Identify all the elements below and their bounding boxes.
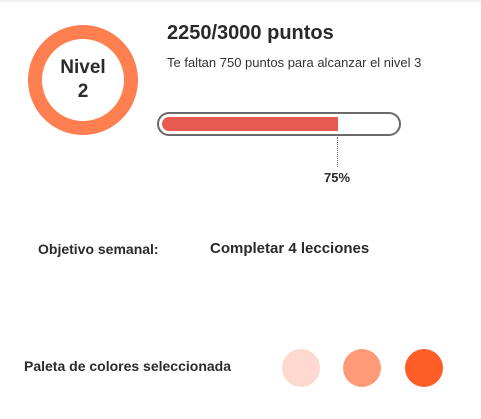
progress-marker — [337, 137, 338, 167]
level-label: Nivel — [60, 57, 106, 78]
palette-swatch-light[interactable] — [282, 349, 320, 387]
level-number: 2 — [77, 81, 89, 102]
weekly-goal-label: Objetivo semanal: — [38, 241, 159, 257]
progress-fill — [162, 117, 338, 131]
level-badge: Nivel 2 — [28, 25, 138, 135]
points-title: 2250/3000 puntos — [167, 22, 334, 44]
palette-label: Paleta de colores seleccionada — [24, 358, 231, 374]
level-badge-text: Nivel 2 — [42, 39, 124, 121]
points-subtitle: Te faltan 750 puntos para alcanzar el ni… — [167, 55, 422, 70]
weekly-goal-value: Completar 4 lecciones — [210, 240, 370, 257]
palette-swatch-medium[interactable] — [343, 349, 381, 387]
progress-percent: 75% — [323, 170, 351, 185]
level-progress-card: Nivel 2 2250/3000 puntos Te faltan 750 p… — [0, 0, 481, 419]
palette-swatch-strong[interactable] — [405, 349, 443, 387]
top-divider — [0, 0, 481, 2]
progress-bar — [157, 112, 401, 136]
